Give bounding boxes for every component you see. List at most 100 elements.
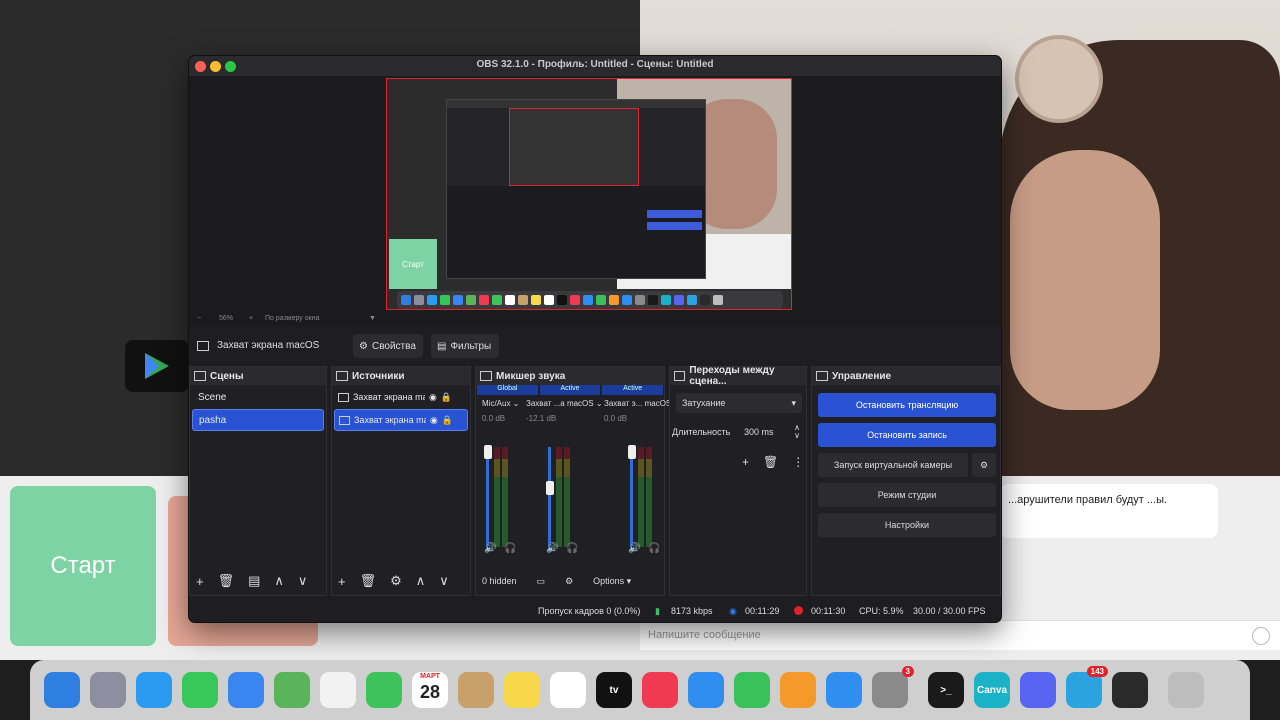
photos-icon[interactable]	[320, 672, 356, 708]
speaker-icon[interactable]: 🔊	[628, 543, 640, 554]
contacts-icon[interactable]	[458, 672, 494, 708]
source-item[interactable]: Захват экрана macOS ◉ 🔒	[334, 387, 468, 407]
lock-icon[interactable]: 🔒	[442, 415, 453, 426]
headphones-icon[interactable]: 🎧	[504, 543, 516, 554]
telegram-icon[interactable]: 143	[1066, 666, 1108, 708]
launchpad-icon[interactable]	[90, 672, 126, 708]
system-settings-icon[interactable]: 3	[872, 666, 914, 708]
move-up-icon[interactable]: ∧	[416, 573, 426, 589]
gear-icon[interactable]: ⚙	[565, 576, 573, 587]
trash-icon[interactable]: 🗑	[763, 455, 778, 469]
volume-fader-mic[interactable]	[486, 447, 489, 547]
filters-button[interactable]: ▤ Фильтры	[431, 334, 499, 358]
preview-canvas[interactable]: Старт	[386, 78, 792, 310]
fader-knob[interactable]	[546, 481, 554, 495]
zoom-out-button[interactable]: −	[197, 315, 201, 322]
safari-icon[interactable]	[136, 672, 172, 708]
start-tile[interactable]: Старт	[10, 486, 156, 646]
tab-active-2[interactable]: Active	[602, 385, 664, 395]
terminal-icon[interactable]: >_	[928, 672, 964, 708]
fit-window-label[interactable]: По размеру окна	[265, 315, 319, 322]
canvas-dock	[397, 291, 783, 309]
stop-record-button[interactable]: Остановить запись	[818, 423, 996, 447]
obs-icon[interactable]	[1112, 672, 1148, 708]
transition-select-value: Затухание	[682, 398, 726, 408]
canva-icon[interactable]: Canva	[974, 672, 1010, 708]
stepper-icon[interactable]: ∧ ∨	[794, 424, 800, 440]
volume-fader-capture-1[interactable]	[548, 447, 551, 547]
eye-icon[interactable]: ◉	[429, 392, 437, 403]
chevron-down-icon: ▾	[791, 397, 796, 408]
move-down-icon[interactable]: ∨	[439, 573, 449, 589]
maps-icon[interactable]	[274, 672, 310, 708]
calendar-icon[interactable]: МАРТ 28	[412, 672, 448, 708]
headphones-icon[interactable]: 🎧	[566, 543, 578, 554]
chevron-down-icon[interactable]: ▼	[369, 315, 376, 322]
transition-select[interactable]: Затухание ▾	[676, 393, 802, 413]
window-title: OBS 32.1.0 - Профиль: Untitled - Сцены: …	[476, 59, 714, 70]
source-item-selected[interactable]: Захват экрана macOS ◉ 🔒	[334, 409, 468, 431]
preview-area[interactable]: Старт	[189, 76, 1001, 312]
chat-input[interactable]: Напишите сообщение	[640, 620, 1280, 650]
scene-item-scene[interactable]: Scene	[192, 387, 324, 407]
stop-stream-button[interactable]: Остановить трансляцию	[818, 393, 996, 417]
messages-icon[interactable]	[182, 672, 218, 708]
notes-icon[interactable]	[504, 672, 540, 708]
mixer-toolbar: 0 hidden ▭ ⚙ Options ▾	[476, 567, 664, 595]
discord-icon[interactable]	[1020, 672, 1056, 708]
properties-button[interactable]: ⚙ Свойства	[353, 334, 423, 358]
studio-mode-button[interactable]: Режим студии	[818, 483, 996, 507]
settings-badge: 3	[901, 666, 914, 677]
record-time: 00:11:30	[811, 606, 846, 616]
freeform-icon[interactable]	[550, 672, 586, 708]
virtual-camera-button[interactable]: Запуск виртуальной камеры	[818, 453, 968, 477]
level-meter	[556, 447, 562, 547]
keynote-icon[interactable]	[688, 672, 724, 708]
music-icon[interactable]	[642, 672, 678, 708]
move-up-icon[interactable]: ∧	[274, 573, 284, 589]
pages-icon[interactable]	[780, 672, 816, 708]
speaker-icon[interactable]: 🔊	[546, 543, 558, 554]
zoom-in-button[interactable]: +	[249, 315, 253, 322]
trash-icon[interactable]: 🗑	[360, 573, 377, 589]
numbers-icon[interactable]	[734, 672, 770, 708]
volume-fader-capture-2[interactable]	[630, 447, 633, 547]
speaker-icon[interactable]: 🔊	[484, 543, 496, 554]
duration-field[interactable]: 300 ms ∧ ∨	[742, 423, 800, 441]
gear-icon[interactable]: ⚙	[972, 453, 996, 477]
finder-icon[interactable]	[44, 672, 80, 708]
layout-icon[interactable]: ▭	[537, 576, 546, 587]
trash-icon[interactable]: 🗑	[218, 573, 235, 589]
channel-name[interactable]: Захват э... macOS ⌄	[604, 399, 680, 408]
trash-icon[interactable]	[1168, 672, 1204, 708]
scene-item-pasha[interactable]: pasha	[192, 409, 324, 431]
channel-name[interactable]: Mic/Aux ⌄	[482, 399, 532, 408]
add-scene-icon[interactable]: +	[196, 574, 204, 589]
headphones-icon[interactable]: 🎧	[648, 543, 660, 554]
lock-icon[interactable]: 🔒	[441, 392, 452, 403]
mail-icon[interactable]	[228, 672, 264, 708]
emoji-icon[interactable]	[1252, 627, 1270, 645]
options-button[interactable]: Options ▾	[593, 576, 631, 587]
app-store-icon[interactable]	[826, 672, 862, 708]
more-icon[interactable]: ⋮	[792, 455, 804, 469]
eye-icon[interactable]: ◉	[430, 415, 438, 426]
title-bar: OBS 32.1.0 - Профиль: Untitled - Сцены: …	[189, 56, 1001, 76]
fader-knob[interactable]	[484, 445, 492, 459]
settings-button[interactable]: Настройки	[818, 513, 996, 537]
facetime-icon[interactable]	[366, 672, 402, 708]
channel-name[interactable]: Захват ...а macOS ⌄	[526, 399, 603, 408]
tab-global[interactable]: Global	[477, 385, 538, 395]
gear-icon[interactable]: ⚙	[390, 573, 402, 589]
add-transition-icon[interactable]: +	[742, 455, 749, 469]
filter-icon: ▤	[437, 340, 447, 352]
tab-active[interactable]: Active	[539, 385, 601, 395]
filter-icon[interactable]: ▤	[248, 573, 260, 589]
move-down-icon[interactable]: ∨	[298, 573, 308, 589]
duration-value: 300 ms	[744, 427, 774, 437]
add-source-icon[interactable]: +	[338, 574, 346, 589]
nested-titlebar	[447, 100, 705, 108]
mixer-title: Микшер звука	[496, 370, 566, 382]
fader-knob[interactable]	[628, 445, 636, 459]
apple-tv-icon[interactable]: tv	[596, 672, 632, 708]
